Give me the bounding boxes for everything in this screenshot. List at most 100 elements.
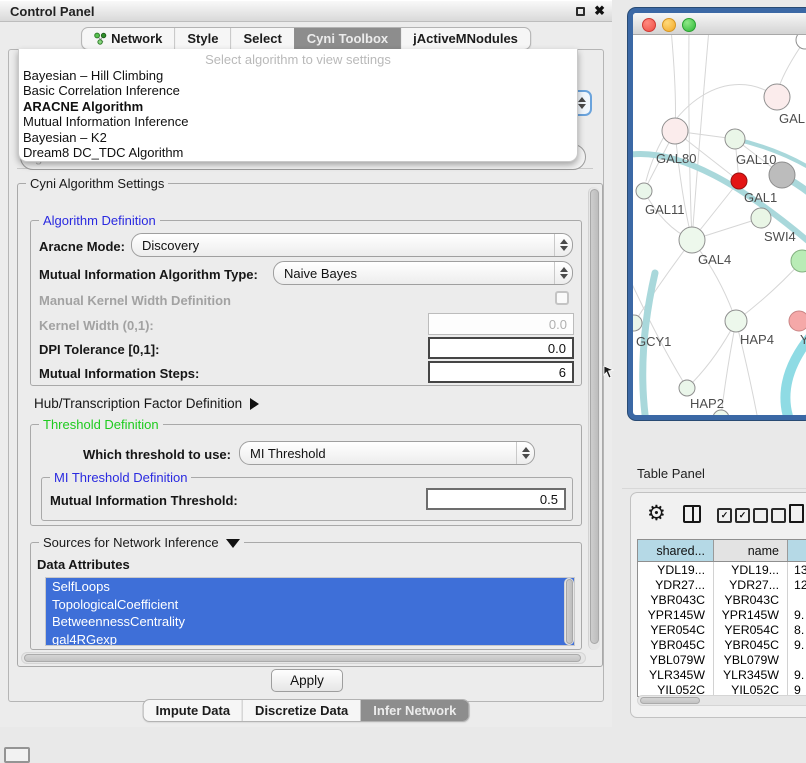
tab-style[interactable]: Style	[174, 28, 230, 49]
tab-label: Style	[187, 31, 218, 46]
close-traffic-light-icon[interactable]	[642, 18, 656, 32]
table-cell: YPR145W	[714, 607, 788, 622]
aracne-mode-combo[interactable]: Discovery	[131, 233, 573, 257]
network-node[interactable]	[731, 173, 747, 189]
network-node[interactable]	[725, 129, 745, 149]
collapse-arrow-icon[interactable]	[226, 539, 240, 548]
tab-label: jActiveMNodules	[413, 31, 518, 46]
network-tab-icon	[94, 32, 107, 45]
manual-kernel-checkbox[interactable]	[555, 291, 569, 305]
table-cell	[788, 592, 806, 607]
node-label-gal80: GAL80	[656, 151, 696, 166]
algorithm-item-basic-correlation-inference[interactable]: Basic Correlation Inference	[21, 83, 575, 98]
minimized-panel-icon[interactable]	[4, 747, 30, 763]
network-edge	[689, 35, 692, 240]
network-node[interactable]	[791, 250, 806, 272]
algorithm-item-dream8-dc-tdc-algorithm[interactable]: Dream8 DC_TDC Algorithm	[21, 145, 575, 160]
apply-button[interactable]: Apply	[271, 669, 343, 692]
attribute-item-gal4rgexp[interactable]: gal4RGexp	[46, 631, 574, 646]
list-vertical-scrollbar-thumb[interactable]	[566, 579, 573, 644]
network-edge	[687, 321, 736, 388]
mi-type-combo[interactable]: Naive Bayes	[273, 261, 573, 285]
settings-horizontal-scrollbar-thumb[interactable]	[24, 654, 581, 662]
kernel-width-field[interactable]: 0.0	[428, 313, 574, 335]
mi-steps-field[interactable]: 6	[428, 361, 574, 383]
table-row[interactable]: YLR345WYLR345W9.	[638, 667, 806, 682]
settings-horizontal-scrollbar[interactable]	[21, 652, 586, 664]
tab-jactivemnodules[interactable]: jActiveMNodules	[400, 28, 530, 49]
data-attributes-list: SelfLoopsTopologicalCoefficientBetweenne…	[45, 577, 575, 646]
network-edge	[634, 240, 692, 323]
tab-network[interactable]: Network	[82, 28, 174, 49]
hub-definition-expander[interactable]: Hub/Transcription Factor Definition	[34, 396, 259, 411]
gear-icon[interactable]: ⚙	[647, 503, 666, 525]
table-cell: YER054C	[638, 622, 714, 637]
tab-discretize-data[interactable]: Discretize Data	[242, 700, 360, 721]
cyni-algorithm-settings-group: Cyni Algorithm Settings Algorithm Defini…	[17, 183, 603, 667]
float-icon[interactable]	[576, 7, 585, 16]
sources-title-text: Sources for Network Inference	[43, 535, 219, 550]
attribute-item-selfloops[interactable]: SelfLoops	[46, 578, 574, 596]
table-cell: YBR043C	[638, 592, 714, 607]
expander-arrow-icon	[250, 398, 259, 410]
minimize-traffic-light-icon[interactable]	[662, 18, 676, 32]
settings-vertical-scrollbar[interactable]	[588, 187, 600, 650]
table-row[interactable]: YBR045CYBR045C9.	[638, 637, 806, 652]
kernel-width-label: Kernel Width (0,1):	[39, 318, 154, 333]
network-node[interactable]	[796, 35, 806, 49]
settings-vertical-scrollbar-thumb[interactable]	[590, 189, 599, 644]
tab-impute-data[interactable]: Impute Data	[144, 700, 242, 721]
which-threshold-combo[interactable]: MI Threshold	[239, 441, 535, 465]
document-icon[interactable]	[789, 504, 804, 523]
table-row[interactable]: YDL19...YDL19...13	[638, 562, 806, 577]
which-threshold-value: MI Threshold	[250, 446, 326, 461]
control-panel-tabbar: Network Style SelectCyni Toolbox jActiveMNo…	[81, 27, 531, 50]
checked-pair-icon[interactable]: ✓✓	[717, 508, 750, 523]
network-node[interactable]	[636, 183, 652, 199]
table-cell: YBL079W	[714, 652, 788, 667]
zoom-traffic-light-icon[interactable]	[682, 18, 696, 32]
dpi-tolerance-field[interactable]: 0.0	[428, 337, 574, 359]
mi-type-label: Mutual Information Algorithm Type:	[39, 267, 258, 282]
algorithm-item-aracne-algorithm[interactable]: ARACNE Algorithm	[21, 99, 575, 114]
network-node[interactable]	[679, 227, 705, 253]
network-node[interactable]	[679, 380, 695, 396]
columns-icon[interactable]	[683, 505, 701, 523]
list-vertical-scrollbar[interactable]	[564, 578, 574, 645]
network-node[interactable]	[662, 118, 688, 144]
tab-select[interactable]: Select	[230, 28, 293, 49]
table-horizontal-scrollbar-thumb[interactable]	[640, 697, 700, 704]
network-node[interactable]	[725, 310, 747, 332]
table-row[interactable]: YBL079WYBL079W	[638, 652, 806, 667]
algorithm-item-bayesian-k2[interactable]: Bayesian – K2	[21, 130, 575, 145]
network-node[interactable]	[764, 84, 790, 110]
attribute-item-topologicalcoefficient[interactable]: TopologicalCoefficient	[46, 596, 574, 614]
table-panel-title: Table Panel	[637, 466, 705, 481]
table-row[interactable]: YBR043CYBR043C	[638, 592, 806, 607]
node-label-hap4: HAP4	[740, 332, 774, 347]
tab-label: Discretize Data	[255, 703, 348, 718]
algorithm-item-mutual-information-inference[interactable]: Mutual Information Inference	[21, 114, 575, 129]
which-threshold-label: Which threshold to use:	[39, 447, 231, 462]
close-icon[interactable]: ✖	[594, 3, 605, 19]
network-canvas[interactable]: GALGAL80GAL10GAL1GAL11SWI4GAL4GCY1HAP4YH…	[633, 35, 806, 415]
network-node[interactable]	[633, 315, 642, 331]
network-node[interactable]	[751, 208, 771, 228]
unchecked-pair-icon[interactable]	[753, 508, 786, 523]
table-panel-divider	[622, 488, 806, 489]
column-header-col2[interactable]	[788, 540, 806, 561]
column-header-shared[interactable]: shared...	[638, 540, 714, 561]
mi-threshold-field[interactable]: 0.5	[426, 488, 566, 510]
tab-infer-network[interactable]: Infer Network	[360, 700, 468, 721]
table-row[interactable]: YPR145WYPR145W9.	[638, 607, 806, 622]
node-label-swi4: SWI4	[764, 229, 796, 244]
table-row[interactable]: YER054CYER054C8.	[638, 622, 806, 637]
network-node[interactable]	[789, 311, 806, 331]
algorithm-item-bayesian-hill-climbing[interactable]: Bayesian – Hill Climbing	[21, 68, 575, 83]
attribute-item-betweennesscentrality[interactable]: BetweennessCentrality	[46, 613, 574, 631]
table-horizontal-scrollbar[interactable]	[637, 695, 806, 706]
table-row[interactable]: YDR27...YDR27...12	[638, 577, 806, 592]
column-header-name[interactable]: name	[714, 540, 788, 561]
tab-cyni-toolbox[interactable]: Cyni Toolbox	[294, 28, 400, 49]
cyni-algorithm-settings-title: Cyni Algorithm Settings	[26, 176, 168, 191]
